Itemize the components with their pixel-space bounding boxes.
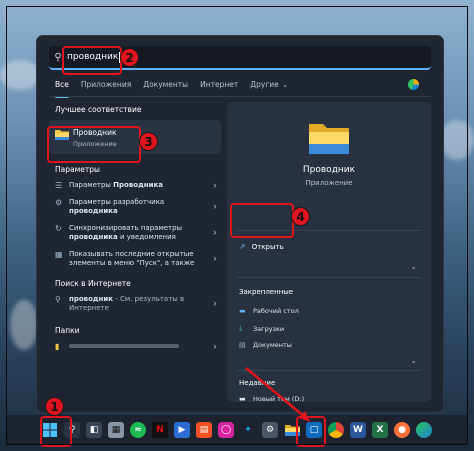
step-badge-3: 3 [139, 132, 158, 151]
step-badge-1: 1 [45, 397, 64, 416]
step-badge-2: 2 [120, 48, 139, 67]
pointer-arrow [245, 367, 310, 422]
step-badge-4: 4 [291, 207, 310, 226]
